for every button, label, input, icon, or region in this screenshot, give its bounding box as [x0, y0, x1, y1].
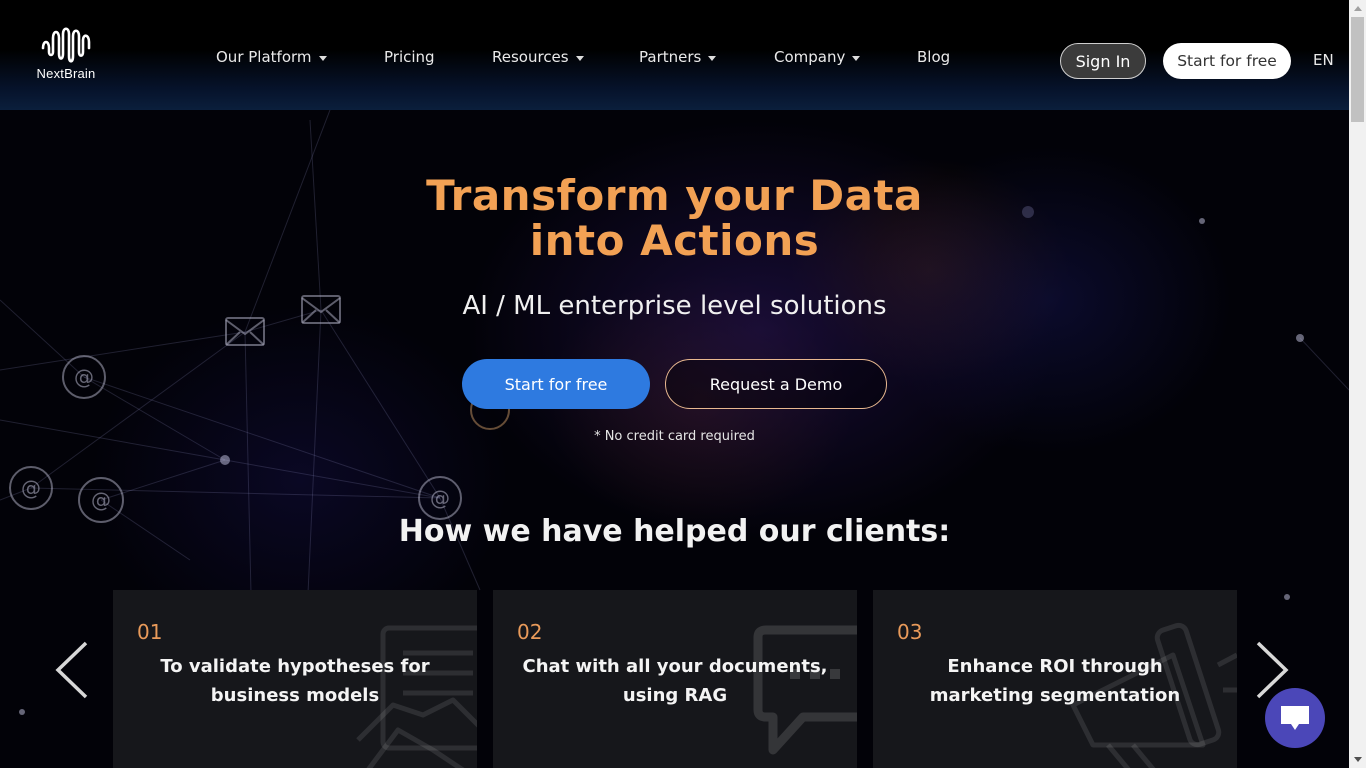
- language-selector[interactable]: EN: [1313, 51, 1334, 69]
- nav-company[interactable]: Company: [774, 48, 861, 66]
- svg-text:@: @: [91, 488, 111, 512]
- card-title: Enhance ROI through marketing segmentati…: [929, 656, 1181, 706]
- chat-widget-button[interactable]: [1265, 688, 1325, 748]
- client-card-3[interactable]: 03 Enhance ROI through marketing segment…: [873, 590, 1237, 768]
- caret-down-icon: [575, 55, 584, 61]
- no-credit-card-note: * No credit card required: [594, 429, 755, 444]
- page-scrollbar[interactable]: [1349, 0, 1366, 768]
- card-number: 01: [137, 620, 163, 644]
- hero-title-line2: into Actions: [529, 216, 820, 265]
- scrollbar-thumb[interactable]: [1351, 17, 1364, 122]
- client-card-1[interactable]: 01 To validate hypotheses for business m…: [113, 590, 477, 768]
- svg-text:@: @: [430, 486, 450, 510]
- nav-label: Our Platform: [216, 48, 312, 66]
- nav-resources[interactable]: Resources: [492, 48, 584, 66]
- nav-pricing[interactable]: Pricing: [384, 48, 435, 66]
- nav-label: Partners: [639, 48, 702, 66]
- chevron-left-icon[interactable]: [52, 640, 92, 700]
- hero-subtitle: AI / ML enterprise level solutions: [462, 291, 887, 321]
- caret-down-icon: [852, 55, 861, 61]
- scroll-down-arrow-icon[interactable]: [1349, 751, 1366, 768]
- client-card-2[interactable]: 02 Chat with all your documents, using R…: [493, 590, 857, 768]
- clients-section-title: How we have helped our clients:: [398, 514, 951, 549]
- hero-title-line1: Transform your Data: [426, 171, 923, 220]
- node-dot: [220, 455, 230, 465]
- caret-down-icon: [318, 55, 327, 61]
- nav-partners[interactable]: Partners: [639, 48, 717, 66]
- nav-label: Resources: [492, 48, 569, 66]
- sign-in-button[interactable]: Sign In: [1060, 43, 1146, 79]
- svg-text:@: @: [74, 365, 94, 389]
- caret-down-icon: [708, 55, 717, 61]
- card-title: Chat with all your documents, using RAG: [522, 656, 828, 706]
- brain-wave-logo-icon: [41, 27, 91, 63]
- start-free-header-button[interactable]: Start for free: [1163, 43, 1291, 79]
- request-demo-button[interactable]: Request a Demo: [665, 359, 887, 409]
- chat-icon: [1281, 706, 1309, 730]
- start-free-hero-button[interactable]: Start for free: [462, 359, 650, 409]
- card-number: 03: [897, 620, 923, 644]
- nav-label: Company: [774, 48, 846, 66]
- nav-our-platform[interactable]: Our Platform: [216, 48, 327, 66]
- nav-blog[interactable]: Blog: [917, 48, 950, 66]
- scroll-up-arrow-icon[interactable]: [1349, 0, 1366, 17]
- nav-label: Blog: [917, 48, 951, 66]
- svg-text:@: @: [21, 476, 41, 500]
- site-header: NextBrain Our Platform Pricing Resources…: [0, 0, 1349, 110]
- page: @ @ @ @ NextBrain Our Platform Pricing R…: [0, 0, 1349, 768]
- logo[interactable]: NextBrain: [33, 26, 99, 86]
- card-title: To validate hypotheses for business mode…: [160, 656, 430, 706]
- logo-text: NextBrain: [36, 66, 96, 81]
- hero-title: Transform your Data into Actions: [0, 173, 1349, 263]
- card-number: 02: [517, 620, 543, 644]
- nav-label: Pricing: [384, 48, 435, 66]
